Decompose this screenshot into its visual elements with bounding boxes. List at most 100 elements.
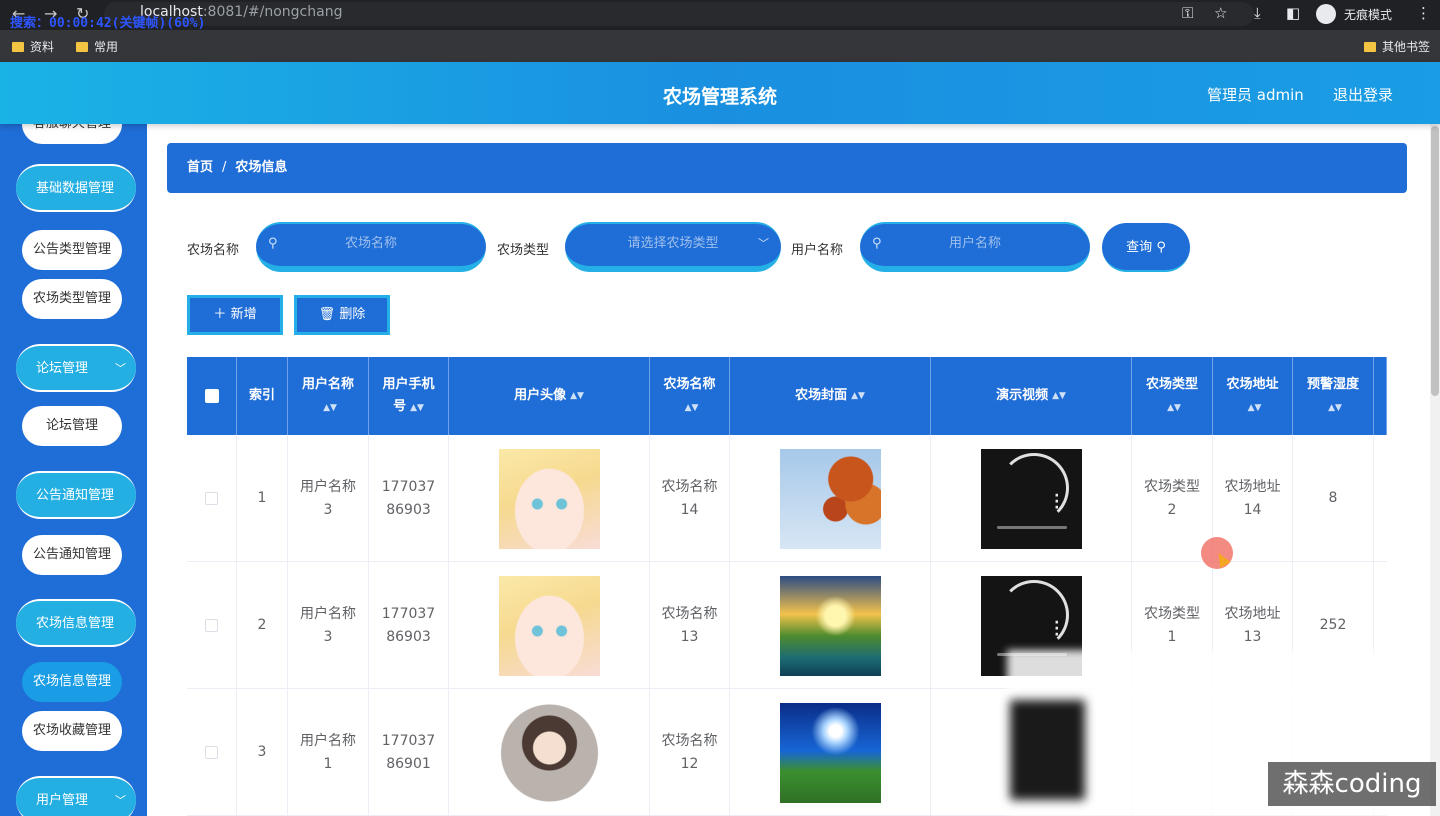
breadcrumb: 首页 / 农场信息 — [167, 143, 1407, 193]
user-avatar-image[interactable] — [498, 448, 600, 549]
cell-farm-name: 农场名称13 — [650, 562, 730, 689]
bookmark-changyong[interactable]: 常用 — [76, 38, 118, 55]
search-icon: ⚲ — [1156, 240, 1166, 255]
breadcrumb-current: 农场信息 — [235, 160, 288, 175]
cell-avatar — [449, 689, 650, 816]
user-avatar-image[interactable] — [498, 702, 600, 803]
cell-humidity: 8 — [1293, 435, 1374, 562]
cell-farm-name: 农场名称12 — [650, 689, 730, 816]
chevron-down-icon: ﹀ — [115, 362, 126, 375]
row-checkbox[interactable] — [205, 619, 218, 632]
farm-name-label: 农场名称 — [187, 243, 240, 258]
incognito-icon — [1316, 4, 1336, 24]
col-video[interactable]: 演示视频 ▲▼ — [931, 357, 1132, 435]
menu-icon[interactable]: ⋮ — [1416, 4, 1431, 22]
sort-icon[interactable]: ▲▼ — [685, 403, 699, 413]
farm-cover-image[interactable] — [779, 448, 881, 549]
chevron-down-icon: ﹀ — [758, 237, 769, 250]
user-name-input[interactable]: ⚲ 用户名称 — [860, 222, 1090, 272]
cell-phone: 17703786903 — [369, 435, 449, 562]
row-select-cell — [187, 562, 237, 689]
select-all-checkbox[interactable] — [204, 389, 219, 403]
cell-index: 3 — [237, 689, 288, 816]
row-checkbox[interactable] — [205, 746, 218, 759]
current-user: 管理员 admin — [1207, 86, 1304, 104]
video-progress-bar[interactable] — [996, 525, 1067, 529]
bookmark-other[interactable]: 其他书签 — [1364, 38, 1430, 55]
user-avatar-image[interactable] — [498, 575, 600, 676]
logout-link[interactable]: 退出登录 — [1333, 84, 1393, 105]
col-address[interactable]: 农场地址 ▲▼ — [1213, 357, 1293, 435]
sidebar-group-farm-info[interactable]: 农场信息管理 — [16, 599, 136, 647]
demo-video-player[interactable]: · · · — [980, 448, 1082, 549]
col-farm-name[interactable]: 农场名称 ▲▼ — [650, 357, 730, 435]
sidebar: 客服聊天管理 基础数据管理 公告类型管理 农场类型管理 论坛管理﹀ 论坛管理 公… — [0, 124, 147, 816]
bookmark-ziliao[interactable]: 资料 — [12, 38, 54, 55]
sidepanel-icon[interactable]: ◧ — [1286, 4, 1300, 22]
plus-icon: ＋ — [213, 307, 227, 322]
more-options-icon[interactable]: · · · — [1054, 489, 1059, 515]
more-options-icon[interactable]: · · · — [1054, 616, 1059, 642]
col-user-name[interactable]: 用户名称 ▲▼ — [288, 357, 369, 435]
cell-index: 2 — [237, 562, 288, 689]
sidebar-group-forum[interactable]: 论坛管理 ﹀ — [16, 344, 136, 392]
farm-type-label: 农场类型 — [497, 243, 550, 258]
cell-user-name: 用户名称3 — [288, 562, 369, 689]
sort-icon[interactable]: ▲▼ — [323, 403, 337, 413]
cell-user-name: 用户名称3 — [288, 435, 369, 562]
col-cover[interactable]: 农场封面 ▲▼ — [730, 357, 931, 435]
sidebar-item-notice-type[interactable]: 公告类型管理 — [22, 230, 122, 270]
sidebar-item-kefu[interactable]: 客服聊天管理 — [22, 124, 122, 144]
star-icon[interactable]: ☆ — [1214, 4, 1227, 22]
sidebar-item-forum[interactable]: 论坛管理 — [22, 406, 122, 446]
add-button[interactable]: ＋ 新增 — [187, 295, 283, 335]
farm-cover-image[interactable] — [779, 575, 881, 676]
bookmarks-bar — [0, 30, 1440, 62]
farm-cover-image[interactable] — [779, 702, 881, 803]
sidebar-group-users[interactable]: 用户管理 ﹀ — [16, 776, 136, 816]
sort-icon[interactable]: ▲▼ — [410, 403, 424, 413]
row-checkbox[interactable] — [205, 492, 218, 505]
col-farm-type[interactable]: 农场类型 ▲▼ — [1132, 357, 1213, 435]
farm-type-select[interactable]: 请选择农场类型 ﹀ — [565, 222, 781, 272]
download-icon[interactable]: ⤓ — [1254, 4, 1261, 22]
col-humidity[interactable]: 预警湿度 ▲▼ — [1293, 357, 1374, 435]
cell-avatar — [449, 562, 650, 689]
sort-icon[interactable]: ▲▼ — [851, 385, 865, 407]
trash-icon: 🗑 — [318, 307, 336, 322]
breadcrumb-separator: / — [222, 160, 227, 175]
cell-index: 1 — [237, 435, 288, 562]
scrollbar-thumb[interactable] — [1431, 126, 1439, 396]
key-icon[interactable]: ⚿ — [1182, 4, 1193, 22]
sort-icon[interactable]: ▲▼ — [1167, 403, 1181, 413]
sidebar-item-farm-info[interactable]: 农场信息管理 — [22, 662, 122, 702]
col-avatar[interactable]: 用户头像 ▲▼ — [449, 357, 650, 435]
sort-icon[interactable]: ▲▼ — [1052, 385, 1066, 407]
table-header: 索引 用户名称 ▲▼ 用户手机号 ▲▼ 用户头像 ▲▼ 农场名称 ▲▼ 农场封面 ▲▼ 演… — [187, 357, 1387, 435]
user-name-label: 用户名称 — [791, 243, 844, 258]
folder-icon — [1364, 41, 1376, 52]
query-button[interactable]: 查询 ⚲ — [1102, 223, 1190, 272]
sidebar-group-notice[interactable]: 公告通知管理 — [16, 471, 136, 519]
sidebar-item-farm-favorite[interactable]: 农场收藏管理 — [22, 711, 122, 751]
cell-cover — [730, 562, 931, 689]
cell-video: · · · — [931, 435, 1132, 562]
app-header: 农场管理系统 管理员 admin 退出登录 — [0, 62, 1440, 124]
row-select-cell — [187, 689, 237, 816]
cell-avatar — [449, 435, 650, 562]
folder-icon — [12, 41, 24, 52]
sidebar-item-notice[interactable]: 公告通知管理 — [22, 535, 122, 575]
farm-name-input[interactable]: ⚲ 农场名称 — [256, 222, 486, 272]
cell-cover — [730, 689, 931, 816]
sort-icon[interactable]: ▲▼ — [570, 385, 584, 407]
col-phone[interactable]: 用户手机号 ▲▼ — [369, 357, 449, 435]
sort-icon[interactable]: ▲▼ — [1328, 403, 1342, 413]
delete-button[interactable]: 🗑 删除 — [294, 295, 390, 335]
breadcrumb-home[interactable]: 首页 — [187, 160, 213, 175]
cell-farm-type: 农场类型2 — [1132, 435, 1213, 562]
sort-icon[interactable]: ▲▼ — [1248, 403, 1262, 413]
col-more — [1374, 357, 1387, 435]
sidebar-item-farm-type[interactable]: 农场类型管理 — [22, 279, 122, 319]
sidebar-group-basic-data[interactable]: 基础数据管理 — [16, 164, 136, 212]
cell-phone: 17703786901 — [369, 689, 449, 816]
